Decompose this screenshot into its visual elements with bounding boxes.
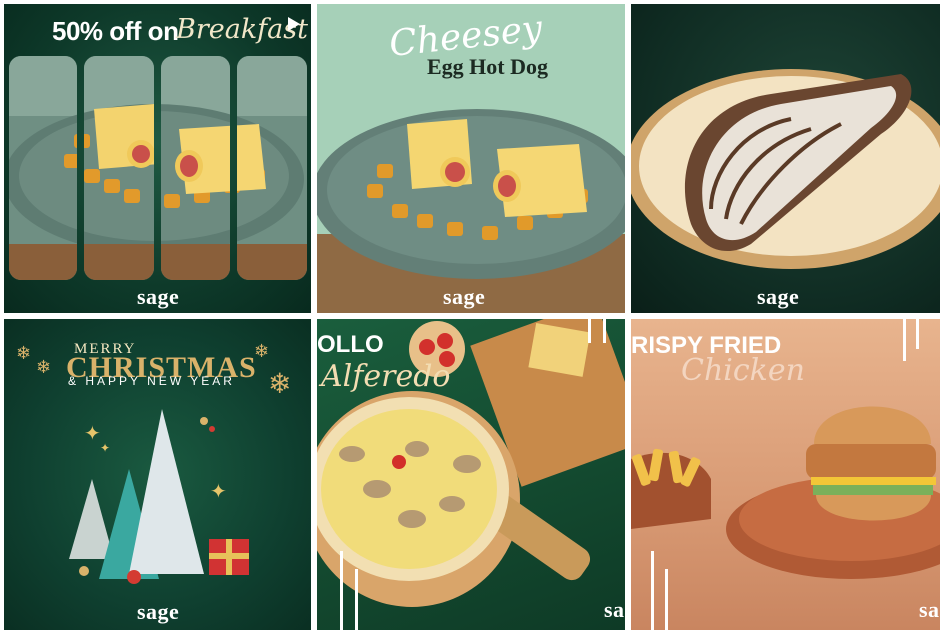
tile-christmas[interactable]: MERRY CHRISTMAS & HAPPY NEW YEAR ❄ ❄ ❄ ❄… [4,319,311,630]
sage-logo: sage [137,284,180,309]
decor-bar [603,319,606,343]
tile-crepe[interactable]: sage [631,4,940,313]
sage-logo: sage [443,284,486,309]
dish-script: Chicken [681,353,805,388]
tile-egg-hot-dog[interactable]: Cheesey Egg Hot Dog sage [317,4,625,313]
tile-breakfast-promo[interactable]: 50% off on Breakfast sage [4,4,311,313]
decor-bar [651,551,654,630]
dish-script: Alferedo [321,359,451,394]
decor-bar [588,319,591,343]
christmas-trees-illustration [69,409,249,584]
dish-headline: OLLO [317,331,384,358]
tile-pollo-alfredo[interactable]: OLLO Alferedo sage [317,319,625,630]
crepe-plate-illustration [631,69,940,269]
sage-logo: sage [757,284,800,309]
decor-bar [916,319,919,349]
decor-bar [355,569,358,630]
sage-logo: sage [137,599,180,624]
sage-logo: sage [604,597,625,622]
title: Egg Hot Dog [427,54,548,79]
hotdog-plate-illustration [9,56,307,280]
image-grid: 50% off on Breakfast sage Cheesey Egg Ho… [0,0,940,630]
sage-logo: sage [919,597,940,622]
decor-bar [665,569,668,630]
decor-bar [903,319,906,361]
tile-crispy-chicken[interactable]: RISPY FRIED Chicken sage [631,319,940,630]
decor-bar [340,551,343,630]
